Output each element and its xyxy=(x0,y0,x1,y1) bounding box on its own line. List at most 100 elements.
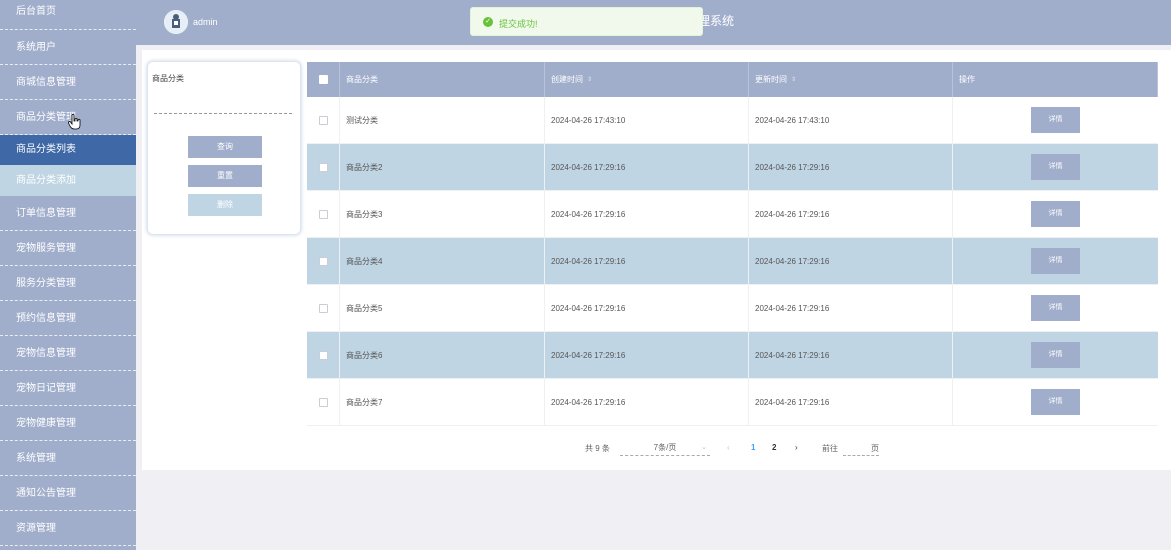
row-checkbox[interactable] xyxy=(318,209,328,219)
cell-actions: 详情 xyxy=(953,144,1158,190)
select-all-checkbox[interactable] xyxy=(318,75,328,84)
row-checkbox-cell xyxy=(307,332,340,378)
sidebar-item-appointment[interactable]: 预约信息管理 xyxy=(0,301,136,336)
cell-created: 2024-04-26 17:29:16 xyxy=(545,144,749,190)
user-avatar-icon[interactable] xyxy=(164,10,188,34)
cell-category: 测试分类 xyxy=(340,97,545,143)
system-title: 理系统 xyxy=(698,14,735,28)
sidebar-item-label: 通知公告管理 xyxy=(16,488,76,499)
table-row: 商品分类4 2024-04-26 17:29:16 2024-04-26 17:… xyxy=(307,238,1158,285)
page-suffix: 页 xyxy=(871,444,879,453)
cell-created: 2024-04-26 17:29:16 xyxy=(545,332,749,378)
row-checkbox-cell xyxy=(307,238,340,284)
row-checkbox[interactable] xyxy=(318,256,328,266)
sidebar-item-category-add[interactable]: 商品分类添加 xyxy=(0,165,136,196)
sidebar-item-pet-info[interactable]: 宠物信息管理 xyxy=(0,336,136,371)
goto-label: 前往 xyxy=(822,444,838,453)
header-checkbox-cell xyxy=(307,62,340,97)
cell-created: 2024-04-26 17:29:16 xyxy=(545,285,749,331)
header-actions-label: 操作 xyxy=(959,75,975,84)
cell-updated: 2024-04-26 17:29:16 xyxy=(749,332,953,378)
cell-category: 商品分类6 xyxy=(340,332,545,378)
detail-button[interactable]: 详情 xyxy=(1031,201,1080,227)
sidebar-item-label: 商城信息管理 xyxy=(16,77,76,88)
sidebar-item-label: 系统用户 xyxy=(16,42,56,53)
row-checkbox-cell xyxy=(307,144,340,190)
row-checkbox-cell xyxy=(307,97,340,143)
sidebar-item-label: 后台首页 xyxy=(16,6,56,17)
page-number-1[interactable]: 1 xyxy=(751,443,755,452)
sidebar-item-system-users[interactable]: 系统用户 xyxy=(0,30,136,65)
query-button[interactable]: 查询 xyxy=(188,136,262,158)
cell-actions: 详情 xyxy=(953,97,1158,143)
pagination-total: 共 9 条 xyxy=(585,444,610,453)
cell-created: 2024-04-26 17:29:16 xyxy=(545,379,749,425)
sidebar-item-label: 宠物服务管理 xyxy=(16,243,76,254)
header-updated[interactable]: 更新时间 ⇕ xyxy=(749,62,953,97)
sidebar-item-label: 宠物日记管理 xyxy=(16,383,76,394)
row-checkbox-cell xyxy=(307,285,340,331)
sidebar-item-pet-service[interactable]: 宠物服务管理 xyxy=(0,231,136,266)
page-size-select[interactable]: 7条/页 ⌄ xyxy=(620,440,710,456)
hand-cursor-icon xyxy=(68,114,81,130)
table-row: 商品分类7 2024-04-26 17:29:16 2024-04-26 17:… xyxy=(307,379,1158,426)
prev-page-button[interactable]: ‹ xyxy=(727,443,730,452)
next-page-button[interactable]: › xyxy=(795,443,798,452)
detail-button[interactable]: 详情 xyxy=(1031,107,1080,133)
cell-actions: 详情 xyxy=(953,332,1158,378)
reset-button[interactable]: 重置 xyxy=(188,165,262,187)
detail-button[interactable]: 详情 xyxy=(1031,248,1080,274)
avatar-image xyxy=(164,10,188,34)
sidebar-item-label: 商品分类管理 xyxy=(16,112,76,123)
sidebar-item-category-list[interactable]: 商品分类列表 xyxy=(0,135,136,165)
sidebar-item-label: 预约信息管理 xyxy=(16,313,76,324)
table-row: 商品分类3 2024-04-26 17:29:16 2024-04-26 17:… xyxy=(307,191,1158,238)
cell-created: 2024-04-26 17:29:16 xyxy=(545,191,749,237)
sort-icon[interactable]: ⇕ xyxy=(587,76,592,83)
sort-icon[interactable]: ⇕ xyxy=(791,76,796,83)
sidebar-item-mall-info[interactable]: 商城信息管理 xyxy=(0,65,136,100)
detail-button[interactable]: 详情 xyxy=(1031,342,1080,368)
sidebar-item-label: 宠物信息管理 xyxy=(16,348,76,359)
sidebar-item-pet-health[interactable]: 宠物健康管理 xyxy=(0,406,136,441)
cell-actions: 详情 xyxy=(953,238,1158,284)
sidebar-item-label: 订单信息管理 xyxy=(16,208,76,219)
header-actions: 操作 xyxy=(953,62,1158,97)
sidebar-item-notice[interactable]: 通知公告管理 xyxy=(0,476,136,511)
cell-updated: 2024-04-26 17:29:16 xyxy=(749,285,953,331)
detail-button[interactable]: 详情 xyxy=(1031,295,1080,321)
row-checkbox[interactable] xyxy=(318,162,328,172)
cell-category: 商品分类3 xyxy=(340,191,545,237)
sidebar-item-home[interactable]: 后台首页 xyxy=(0,0,136,30)
header-created[interactable]: 创建时间 ⇕ xyxy=(545,62,749,97)
sidebar-item-pet-diary[interactable]: 宠物日记管理 xyxy=(0,371,136,406)
row-checkbox[interactable] xyxy=(318,350,328,360)
sidebar-item-resource[interactable]: 资源管理 xyxy=(0,511,136,546)
detail-button[interactable]: 详情 xyxy=(1031,389,1080,415)
cell-category: 商品分类5 xyxy=(340,285,545,331)
detail-button[interactable]: 详情 xyxy=(1031,154,1080,180)
header-category: 商品分类 xyxy=(340,62,545,97)
sidebar: 后台首页 系统用户 商城信息管理 商品分类管理 商品分类列表 商品分类添加 订单… xyxy=(0,0,136,550)
toast-message: 提交成功! xyxy=(499,19,538,29)
row-checkbox[interactable] xyxy=(318,397,328,407)
cell-updated: 2024-04-26 17:29:16 xyxy=(749,191,953,237)
row-checkbox[interactable] xyxy=(318,115,328,125)
username[interactable]: admin xyxy=(193,17,218,27)
cell-actions: 详情 xyxy=(953,191,1158,237)
sidebar-item-label: 资源管理 xyxy=(16,523,56,534)
cell-created: 2024-04-26 17:29:16 xyxy=(545,238,749,284)
sidebar-item-category-mgmt[interactable]: 商品分类管理 xyxy=(0,100,136,135)
page-number-2[interactable]: 2 xyxy=(772,443,776,452)
row-checkbox[interactable] xyxy=(318,303,328,313)
cell-created: 2024-04-26 17:43:10 xyxy=(545,97,749,143)
row-checkbox-cell xyxy=(307,379,340,425)
cell-updated: 2024-04-26 17:43:10 xyxy=(749,97,953,143)
sidebar-item-service-category[interactable]: 服务分类管理 xyxy=(0,266,136,301)
sidebar-item-order-info[interactable]: 订单信息管理 xyxy=(0,196,136,231)
cell-category: 商品分类4 xyxy=(340,238,545,284)
delete-button[interactable]: 删除 xyxy=(188,194,262,216)
search-input[interactable] xyxy=(154,113,292,114)
table-row: 商品分类6 2024-04-26 17:29:16 2024-04-26 17:… xyxy=(307,332,1158,379)
table-header: 商品分类 创建时间 ⇕ 更新时间 ⇕ 操作 xyxy=(307,62,1158,97)
